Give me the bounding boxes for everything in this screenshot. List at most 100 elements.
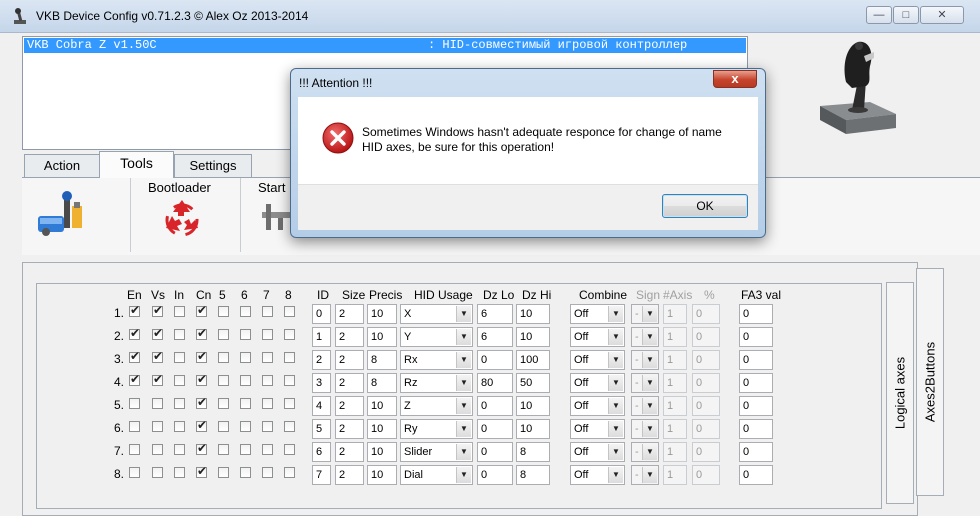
chevron-down-icon[interactable]: ▼	[608, 421, 623, 437]
checkbox-c5[interactable]	[218, 329, 229, 340]
checkbox-c7[interactable]	[262, 306, 273, 317]
hid-select[interactable]: Y ▼	[400, 327, 473, 347]
checkbox-c7[interactable]	[262, 398, 273, 409]
chevron-down-icon[interactable]: ▼	[608, 398, 623, 414]
id-field[interactable]: 7	[312, 465, 331, 485]
hid-select[interactable]: Rz ▼	[400, 373, 473, 393]
pct-field[interactable]: 0	[692, 304, 720, 324]
id-field[interactable]: 6	[312, 442, 331, 462]
naxis-field[interactable]: 1	[663, 442, 687, 462]
dzlo-field[interactable]: 0	[477, 442, 513, 462]
chevron-down-icon[interactable]: ▼	[608, 329, 623, 345]
size-field[interactable]: 2	[335, 396, 364, 416]
checkbox-in[interactable]	[174, 421, 185, 432]
checkbox-c8[interactable]	[284, 329, 295, 340]
dzlo-field[interactable]: 80	[477, 373, 513, 393]
dzlo-field[interactable]: 0	[477, 350, 513, 370]
precis-field[interactable]: 10	[367, 304, 397, 324]
hid-select[interactable]: Ry ▼	[400, 419, 473, 439]
precis-field[interactable]: 8	[367, 373, 397, 393]
id-field[interactable]: 0	[312, 304, 331, 324]
checkbox-c7[interactable]	[262, 329, 273, 340]
chevron-down-icon[interactable]: ▼	[642, 421, 657, 437]
chevron-down-icon[interactable]: ▼	[608, 467, 623, 483]
chevron-down-icon[interactable]: ▼	[642, 352, 657, 368]
tab-logical-axes[interactable]: Logical axes	[886, 282, 914, 504]
pct-field[interactable]: 0	[692, 396, 720, 416]
dzhi-field[interactable]: 8	[516, 465, 550, 485]
chevron-down-icon[interactable]: ▼	[456, 444, 471, 460]
checkbox-c7[interactable]	[262, 467, 273, 478]
sign-select[interactable]: - ▼	[631, 419, 659, 439]
dzlo-field[interactable]: 6	[477, 304, 513, 324]
naxis-field[interactable]: 1	[663, 327, 687, 347]
checkbox-c8[interactable]	[284, 444, 295, 455]
checkbox-en[interactable]	[129, 398, 140, 409]
checkbox-c7[interactable]	[262, 375, 273, 386]
checkbox-c6[interactable]	[240, 398, 251, 409]
dzlo-field[interactable]: 0	[477, 396, 513, 416]
chevron-down-icon[interactable]: ▼	[642, 329, 657, 345]
checkbox-cn[interactable]: ✔	[196, 396, 207, 409]
fa3-field[interactable]: 0	[739, 442, 773, 462]
dzhi-field[interactable]: 10	[516, 327, 550, 347]
id-field[interactable]: 4	[312, 396, 331, 416]
hid-select[interactable]: Slider ▼	[400, 442, 473, 462]
bootloader-button[interactable]: Bootloader	[130, 178, 241, 252]
checkbox-c6[interactable]	[240, 467, 251, 478]
tab-tools[interactable]: Tools	[99, 151, 174, 178]
hid-select[interactable]: Dial ▼	[400, 465, 473, 485]
naxis-field[interactable]: 1	[663, 350, 687, 370]
combine-select[interactable]: Off ▼	[570, 327, 625, 347]
dzlo-field[interactable]: 0	[477, 465, 513, 485]
size-field[interactable]: 2	[335, 350, 364, 370]
checkbox-c5[interactable]	[218, 421, 229, 432]
checkbox-c6[interactable]	[240, 421, 251, 432]
checkbox-c6[interactable]	[240, 352, 251, 363]
checkbox-c5[interactable]	[218, 398, 229, 409]
checkbox-c6[interactable]	[240, 444, 251, 455]
chevron-down-icon[interactable]: ▼	[608, 444, 623, 460]
checkbox-en[interactable]: ✔	[129, 327, 140, 340]
precis-field[interactable]: 10	[367, 396, 397, 416]
id-field[interactable]: 3	[312, 373, 331, 393]
checkbox-c5[interactable]	[218, 352, 229, 363]
precis-field[interactable]: 10	[367, 419, 397, 439]
checkbox-c6[interactable]	[240, 375, 251, 386]
checkbox-en[interactable]: ✔	[129, 373, 140, 386]
dzhi-field[interactable]: 50	[516, 373, 550, 393]
sign-select[interactable]: - ▼	[631, 350, 659, 370]
checkbox-c7[interactable]	[262, 352, 273, 363]
chevron-down-icon[interactable]: ▼	[642, 398, 657, 414]
checkbox-vs[interactable]: ✔	[152, 350, 163, 363]
size-field[interactable]: 2	[335, 465, 364, 485]
checkbox-c8[interactable]	[284, 467, 295, 478]
checkbox-in[interactable]	[174, 375, 185, 386]
pct-field[interactable]: 0	[692, 327, 720, 347]
checkbox-in[interactable]	[174, 329, 185, 340]
device-list-item[interactable]: VKB Cobra Z v1.50C : HID-совместимый игр…	[24, 38, 746, 53]
checkbox-vs[interactable]	[152, 398, 163, 409]
dzlo-field[interactable]: 0	[477, 419, 513, 439]
sign-select[interactable]: - ▼	[631, 304, 659, 324]
chevron-down-icon[interactable]: ▼	[608, 306, 623, 322]
naxis-field[interactable]: 1	[663, 419, 687, 439]
combine-select[interactable]: Off ▼	[570, 350, 625, 370]
dzhi-field[interactable]: 10	[516, 419, 550, 439]
chevron-down-icon[interactable]: ▼	[456, 329, 471, 345]
checkbox-in[interactable]	[174, 444, 185, 455]
dzhi-field[interactable]: 10	[516, 304, 550, 324]
size-field[interactable]: 2	[335, 373, 364, 393]
dzlo-field[interactable]: 6	[477, 327, 513, 347]
id-field[interactable]: 5	[312, 419, 331, 439]
size-field[interactable]: 2	[335, 327, 364, 347]
hid-select[interactable]: Z ▼	[400, 396, 473, 416]
checkbox-c5[interactable]	[218, 375, 229, 386]
chevron-down-icon[interactable]: ▼	[456, 467, 471, 483]
checkbox-en[interactable]	[129, 421, 140, 432]
checkbox-in[interactable]	[174, 352, 185, 363]
checkbox-vs[interactable]: ✔	[152, 304, 163, 317]
sign-select[interactable]: - ▼	[631, 442, 659, 462]
checkbox-in[interactable]	[174, 306, 185, 317]
tab-settings[interactable]: Settings	[174, 154, 252, 177]
